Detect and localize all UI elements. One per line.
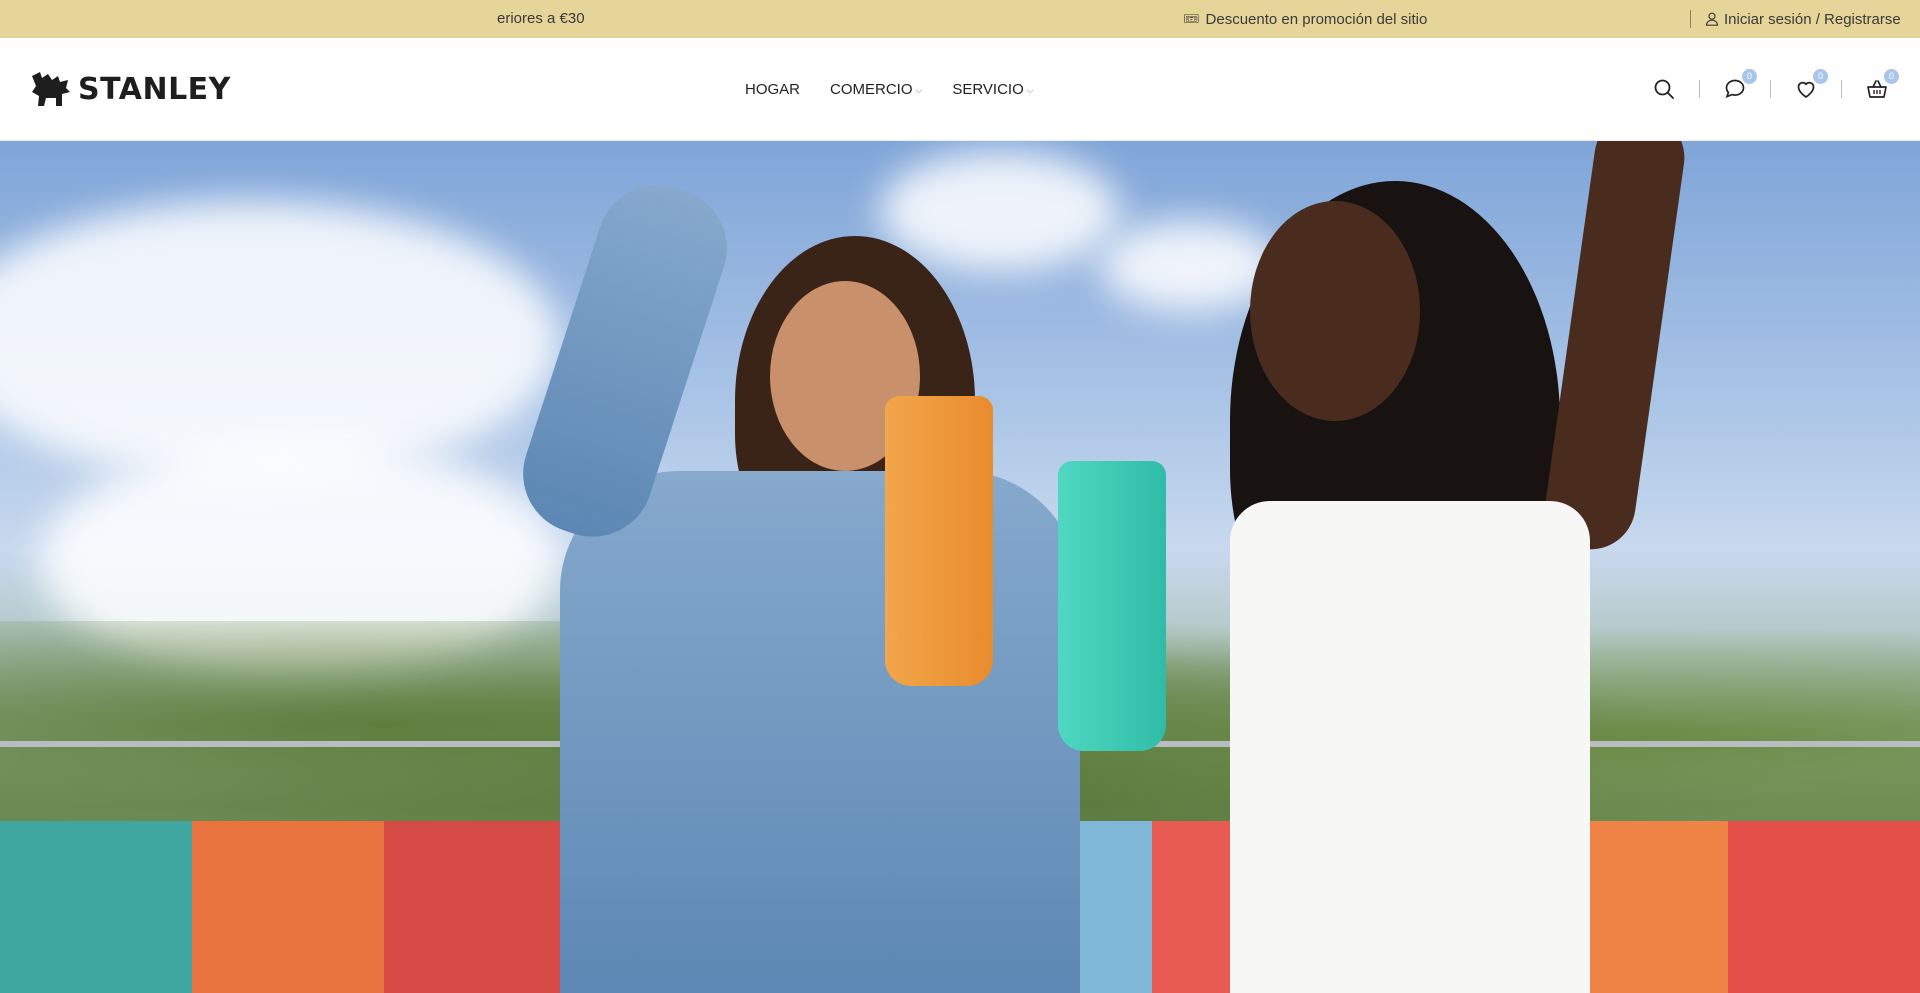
person-right-face (1250, 201, 1420, 421)
header-divider (1770, 80, 1771, 98)
heart-icon (1797, 81, 1815, 98)
site-header: STANLEY HOGAR COMERCIO ⌵ SERVICIO ⌵ 0 0 … (0, 38, 1920, 141)
promo-text-left: eriores a €30 (497, 10, 585, 27)
poster-panel (384, 821, 576, 993)
ticket-icon: 🎟 (1183, 11, 1200, 26)
login-label: Iniciar sesión / Registrarse (1724, 10, 1901, 28)
header-divider (1699, 80, 1700, 98)
chat-icon (1725, 79, 1745, 98)
topbar-divider (1690, 10, 1691, 28)
poster-panel (192, 821, 384, 993)
cloud-shape (880, 151, 1120, 271)
chevron-down-icon: ⌵ (1026, 85, 1034, 95)
hero-photo (0, 141, 1920, 993)
nav-item-comercio[interactable]: COMERCIO ⌵ (830, 81, 922, 98)
promo-ticker: eriores a €30 🎟 Descuento en promoción de… (0, 0, 1690, 38)
search-button[interactable] (1651, 76, 1677, 102)
header-divider (1841, 80, 1842, 98)
header-actions: 0 0 0 (1651, 38, 1899, 140)
nav-label: SERVICIO (952, 80, 1024, 98)
person-left-shirt (560, 471, 1080, 993)
promo-item: 🎟 Descuento en promoción del sitio (1183, 0, 1427, 38)
poster-panel (0, 821, 192, 993)
cart-button[interactable]: 0 (1864, 69, 1899, 102)
promo-text-right: Descuento en promoción del sitio (1205, 11, 1428, 28)
chat-button[interactable]: 0 (1722, 69, 1757, 102)
login-register-link[interactable]: Iniciar sesión / Registrarse (1705, 11, 1901, 28)
search-icon (1654, 79, 1674, 99)
logo-text: STANLEY (78, 71, 231, 107)
basket-icon (1867, 80, 1887, 98)
cloud-shape (0, 201, 560, 481)
nav-label: COMERCIO (830, 80, 913, 98)
wishlist-button[interactable]: 0 (1793, 69, 1828, 102)
person-right-dress (1230, 501, 1590, 993)
promo-bar: eriores a €30 🎟 Descuento en promoción de… (0, 0, 1920, 38)
teal-tumbler (1058, 461, 1166, 751)
user-icon (1705, 12, 1719, 26)
orange-tumbler (885, 396, 993, 686)
chevron-down-icon: ⌵ (915, 85, 923, 95)
wishlist-count-badge: 0 (1813, 69, 1828, 84)
main-nav: HOGAR COMERCIO ⌵ SERVICIO ⌵ (745, 38, 1064, 140)
nav-item-servicio[interactable]: SERVICIO ⌵ (952, 81, 1033, 98)
cart-count-badge: 0 (1884, 69, 1899, 84)
chat-count-badge: 0 (1742, 69, 1757, 84)
stanley-bear-logo-icon (32, 72, 70, 106)
nav-item-hogar[interactable]: HOGAR (745, 81, 800, 98)
nav-label: HOGAR (745, 80, 801, 98)
brand-logo[interactable]: STANLEY (28, 70, 231, 108)
poster-panel (1728, 821, 1920, 993)
account-area: Iniciar sesión / Registrarse (1690, 0, 1920, 38)
person-right-arm (1539, 141, 1691, 556)
